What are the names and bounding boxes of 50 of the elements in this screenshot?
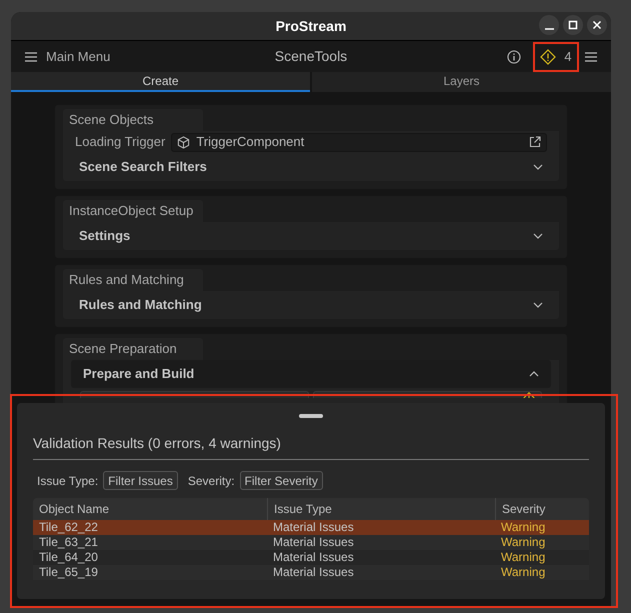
filter-dropdown[interactable]: Filter Issues (103, 471, 178, 490)
table-row[interactable]: Tile_63_21 Material Issues Warning (33, 535, 589, 550)
table-cell-text: Material Issues (272, 565, 355, 580)
toolbar-title: SceneTools (274, 47, 348, 66)
table-cell-text: Tile_62_22 (38, 520, 99, 535)
menu-icon[interactable] (585, 52, 597, 62)
maximize-button[interactable] (563, 15, 583, 35)
foldout-header[interactable]: Scene Search Filters (67, 153, 555, 181)
window-title: ProStream (276, 16, 346, 36)
info-icon[interactable] (507, 50, 521, 64)
maximize-icon (568, 20, 578, 30)
object-field[interactable]: TriggerComponent (171, 132, 547, 152)
warning-count: 4 (564, 48, 572, 66)
warning-icon (540, 48, 556, 64)
filter-dropdown[interactable]: Filter Severity (240, 471, 323, 490)
field-label: Loading Trigger (75, 133, 166, 152)
table-cell-text: Material Issues (272, 535, 355, 550)
validation-title: Validation Results (0 errors, 4 warnings) (33, 433, 589, 460)
minimize-button[interactable] (539, 15, 559, 35)
tab[interactable]: Create (11, 72, 310, 92)
table-row[interactable]: Tile_62_22 Material Issues Warning (33, 520, 589, 535)
table-cell-text: Tile_65_19 (38, 565, 99, 580)
close-button[interactable] (587, 15, 607, 35)
section-title: Rules and Matching (63, 269, 203, 291)
cube-icon (177, 136, 190, 148)
table-cell-text: Tile_64_20 (38, 550, 99, 565)
table-cell-text: Warning (500, 565, 546, 580)
filter-label: Issue Type: (37, 472, 98, 490)
close-icon (592, 20, 602, 30)
section-title: Scene Preparation (63, 338, 203, 360)
tab[interactable]: Layers (312, 72, 611, 92)
table-cell-text: Material Issues (272, 520, 355, 535)
table-cell-text: Warning (500, 520, 546, 535)
external-link-icon[interactable] (529, 136, 541, 148)
main-menu-label[interactable]: Main Menu (46, 46, 110, 66)
minimize-icon (544, 28, 554, 30)
table-row[interactable]: Tile_65_19 Material Issues Warning (33, 565, 589, 580)
menu-icon[interactable] (25, 52, 37, 62)
section-title: Scene Objects (63, 109, 203, 131)
column-header[interactable]: Object Name (33, 498, 267, 520)
warning-indicator[interactable]: 4 (533, 42, 579, 72)
foldout-header[interactable]: Prepare and Build (71, 360, 551, 388)
table-cell-text: Tile_63_21 (38, 535, 99, 550)
table-cell-text: Warning (500, 535, 546, 550)
table-cell-text: Material Issues (272, 550, 355, 565)
drag-handle[interactable] (299, 414, 323, 418)
filter-label: Severity: (188, 472, 235, 490)
section-title: InstanceObject Setup (63, 200, 203, 222)
table-cell-text: Warning (500, 550, 546, 565)
field-value: TriggerComponent (196, 133, 304, 152)
